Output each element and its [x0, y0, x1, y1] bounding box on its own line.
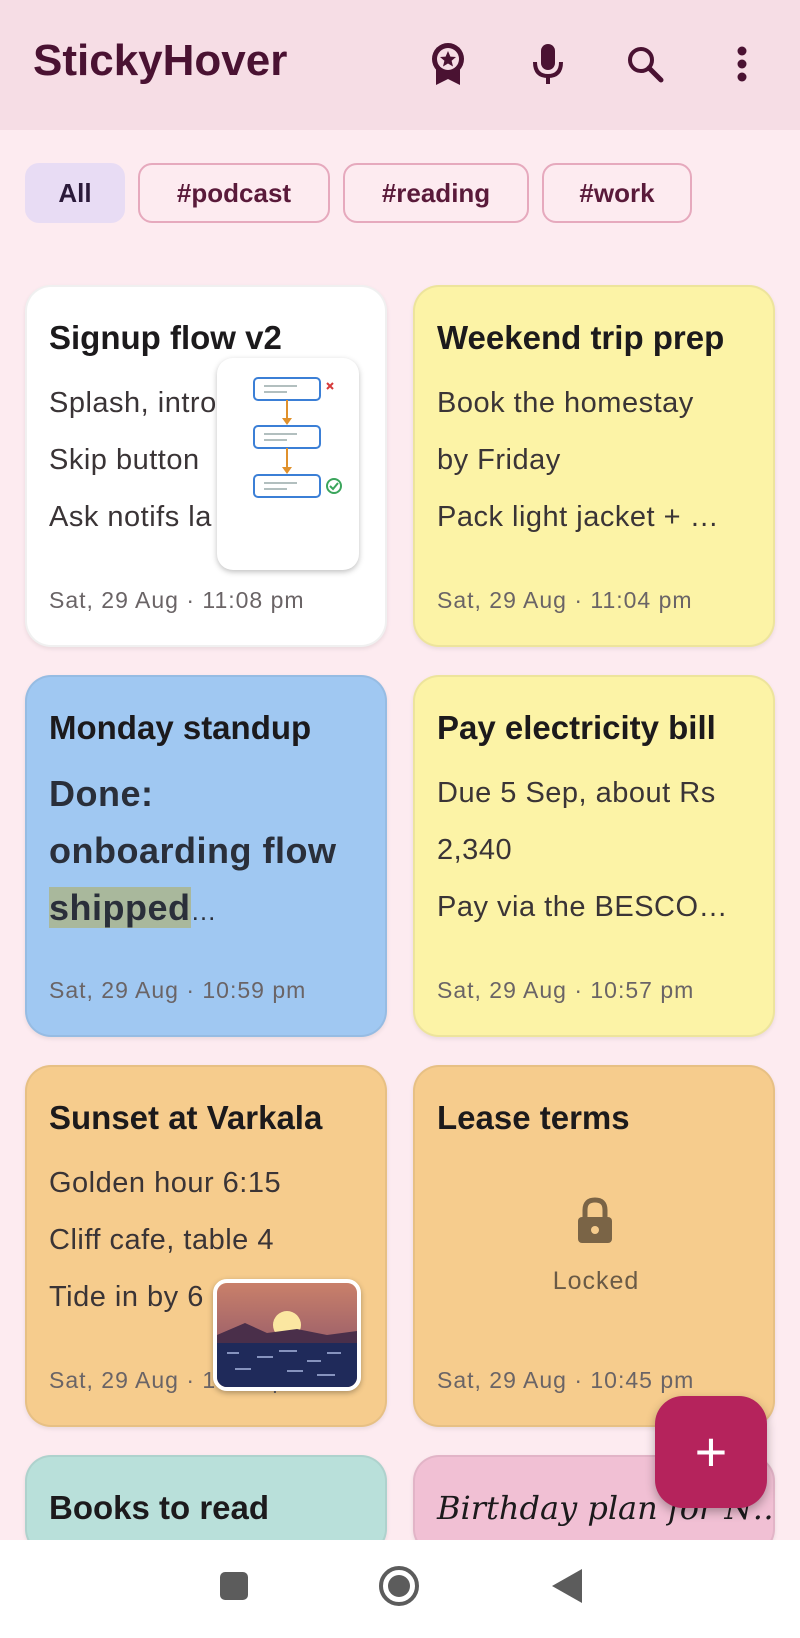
note-line-highlighted: shipped…	[49, 887, 217, 929]
note-title: Lease terms	[437, 1099, 630, 1136]
note-line: Skip button	[49, 444, 200, 476]
note-date: Sat, 29 Aug · 10:59 pm	[49, 977, 307, 1003]
note-card-locked[interactable]: Lease terms Locked Sat, 29 Aug · 10:45 p…	[413, 1065, 775, 1427]
note-line: Book the homestay	[437, 387, 694, 419]
note-line: by Friday	[437, 444, 561, 476]
note-line: Splash, intro	[49, 387, 217, 419]
add-note-button[interactable]: +	[655, 1396, 767, 1508]
home-icon[interactable]	[378, 1565, 420, 1612]
diagram-thumbnail	[217, 358, 359, 570]
chip-work[interactable]: #work	[542, 163, 692, 223]
note-line: Done:	[49, 773, 154, 814]
recents-icon[interactable]	[218, 1570, 250, 1607]
chip-podcast[interactable]: #podcast	[138, 163, 330, 223]
lock-icon	[575, 1197, 615, 1250]
note-date: Sat, 29 Aug · 10:57 pm	[437, 977, 695, 1003]
note-title: Pay electricity bill	[437, 709, 716, 746]
note-title: Sunset at Varkala	[49, 1099, 323, 1136]
note-card[interactable]: Monday standup Done: onboarding flow shi…	[25, 675, 387, 1037]
back-icon[interactable]	[548, 1567, 584, 1610]
highlighted-text: shipped	[49, 887, 191, 928]
note-line: Ask notifs la	[49, 501, 212, 533]
locked-label: Locked	[552, 1267, 640, 1295]
note-line: Due 5 Sep, about Rs	[437, 777, 716, 809]
app-bar: StickyHover	[0, 0, 800, 130]
note-card[interactable]: Pay electricity bill Due 5 Sep, about Rs…	[413, 675, 775, 1037]
chip-reading[interactable]: #reading	[343, 163, 529, 223]
note-card[interactable]: Weekend trip prep Book the homestay by F…	[413, 285, 775, 647]
note-line: Golden hour 6:15	[49, 1167, 282, 1199]
sunset-photo-thumbnail	[213, 1279, 361, 1391]
note-title: Monday standup	[49, 709, 312, 746]
note-title: Signup flow v2	[49, 319, 282, 356]
note-line: onboarding flow	[49, 830, 337, 871]
note-line: Cliff cafe, table 4	[49, 1224, 274, 1256]
note-line: Pay via the BESCO…	[437, 891, 729, 923]
note-title: Books to read	[49, 1489, 270, 1526]
note-line: Pack light jacket + …	[437, 501, 720, 533]
plus-icon: +	[694, 1420, 728, 1483]
system-nav-bar	[0, 1540, 800, 1638]
note-date: Sat, 29 Aug · 11:08 pm	[49, 587, 305, 613]
note-title: Weekend trip prep	[437, 319, 725, 356]
note-date: Sat, 29 Aug · 10:45 pm	[437, 1367, 695, 1393]
more-vert-icon[interactable]	[714, 36, 770, 92]
chip-all[interactable]: All	[25, 163, 125, 223]
note-date: Sat, 29 Aug · 11:04 pm	[437, 587, 693, 613]
app-title: StickyHover	[33, 36, 288, 85]
ellipsis: …	[190, 896, 218, 926]
award-icon[interactable]	[420, 36, 476, 92]
note-line: 2,340	[437, 834, 513, 866]
search-icon[interactable]	[617, 36, 673, 92]
mic-icon[interactable]	[520, 36, 576, 92]
note-line: Tide in by 6	[49, 1281, 204, 1313]
